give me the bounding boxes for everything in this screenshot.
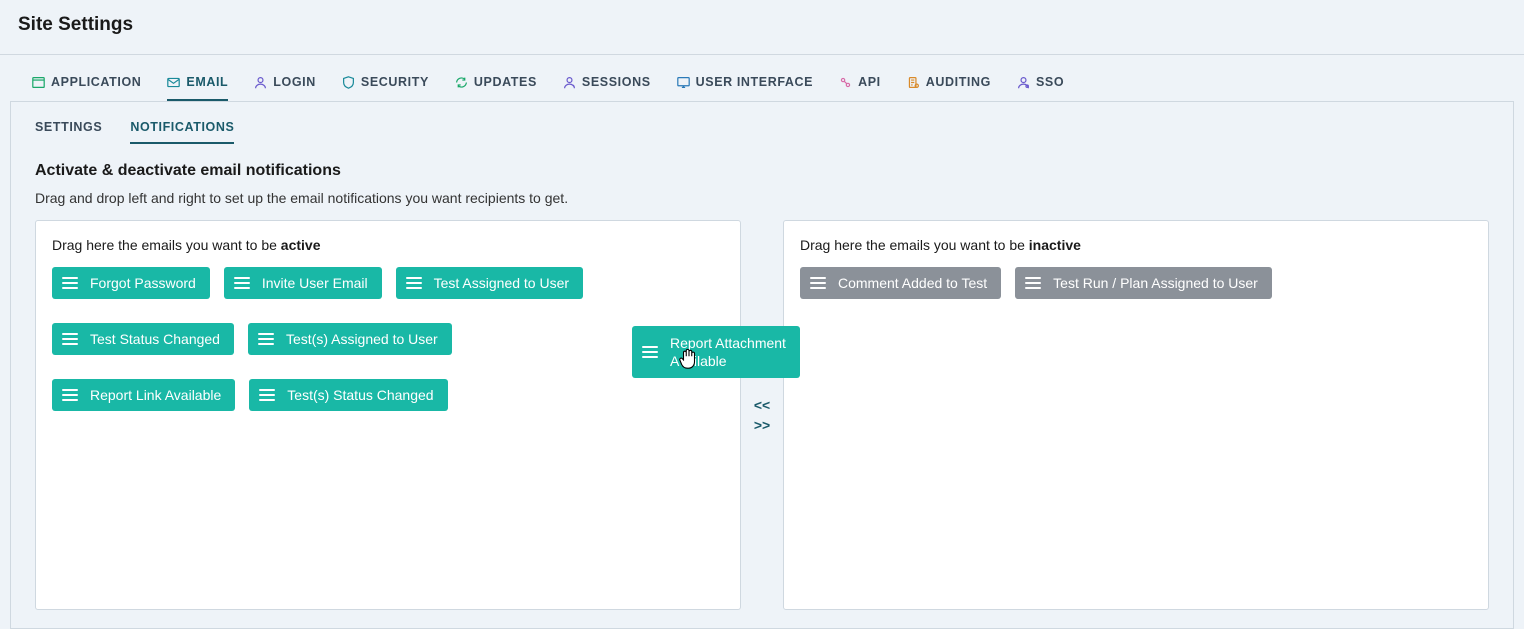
- chip-label: Test(s) Assigned to User: [286, 331, 438, 347]
- chip-label: Test(s) Status Changed: [287, 387, 433, 403]
- drag-handle-icon[interactable]: [642, 346, 658, 358]
- active-dropzone-header: Drag here the emails you want to be acti…: [52, 237, 724, 253]
- chip-label: Test Assigned to User: [434, 275, 569, 291]
- chip-label: Test Run / Plan Assigned to User: [1053, 275, 1258, 291]
- drag-handle-icon[interactable]: [62, 389, 78, 401]
- tab-label: LOGIN: [273, 75, 316, 89]
- drag-handle-icon[interactable]: [234, 277, 250, 289]
- active-dropzone[interactable]: Drag here the emails you want to be acti…: [35, 220, 741, 610]
- subtab-notifications[interactable]: NOTIFICATIONS: [130, 120, 234, 144]
- dual-list: Drag here the emails you want to be acti…: [35, 220, 1489, 610]
- tab-sso[interactable]: SSO: [1017, 73, 1064, 101]
- chip-tests-status-changed[interactable]: Test(s) Status Changed: [249, 379, 447, 411]
- inactive-dropzone[interactable]: Drag here the emails you want to be inac…: [783, 220, 1489, 610]
- primary-tabs: APPLICATION EMAIL LOGIN SECURITY UPDATES…: [0, 73, 1524, 101]
- chip-label: Test Status Changed: [90, 331, 220, 347]
- page-title: Site Settings: [0, 0, 1524, 55]
- secondary-tabs: SETTINGS NOTIFICATIONS: [35, 120, 1489, 144]
- drag-handle-icon[interactable]: [62, 333, 78, 345]
- tab-updates[interactable]: UPDATES: [455, 73, 537, 101]
- tab-login[interactable]: LOGIN: [254, 73, 316, 101]
- inactive-header-prefix: Drag here the emails you want to be: [800, 237, 1029, 253]
- section-title: Activate & deactivate email notification…: [35, 162, 1489, 180]
- drag-handle-icon[interactable]: [62, 277, 78, 289]
- tab-auditing[interactable]: AUDITING: [907, 73, 991, 101]
- active-chips: Forgot Password Invite User Email Test A…: [52, 267, 724, 411]
- active-header-prefix: Drag here the emails you want to be: [52, 237, 281, 253]
- tab-label: SECURITY: [361, 75, 429, 89]
- tab-label: EMAIL: [186, 75, 228, 89]
- move-all-right-button[interactable]: >>: [754, 417, 770, 433]
- move-buttons: << >>: [741, 220, 783, 610]
- tab-email[interactable]: EMAIL: [167, 73, 228, 101]
- tab-label: USER INTERFACE: [696, 75, 813, 89]
- active-header-strong: active: [281, 237, 321, 253]
- updates-icon: [455, 76, 468, 89]
- drag-handle-icon[interactable]: [259, 389, 275, 401]
- tab-label: SSO: [1036, 75, 1064, 89]
- section-description: Drag and drop left and right to set up t…: [35, 190, 1489, 206]
- chip-test-assigned-to-user[interactable]: Test Assigned to User: [396, 267, 583, 299]
- chip-label: Comment Added to Test: [838, 275, 987, 291]
- chip-label: Forgot Password: [90, 275, 196, 291]
- dragging-chip-label-line2: Available: [670, 352, 786, 370]
- subtab-settings[interactable]: SETTINGS: [35, 120, 102, 144]
- tab-user-interface[interactable]: USER INTERFACE: [677, 73, 813, 101]
- sso-icon: [1017, 76, 1030, 89]
- sessions-icon: [563, 76, 576, 89]
- chip-test-run-plan-assigned[interactable]: Test Run / Plan Assigned to User: [1015, 267, 1272, 299]
- email-icon: [167, 76, 180, 89]
- application-icon: [32, 76, 45, 89]
- tab-security[interactable]: SECURITY: [342, 73, 429, 101]
- tab-application[interactable]: APPLICATION: [32, 73, 141, 101]
- move-all-left-button[interactable]: <<: [754, 397, 770, 413]
- inactive-dropzone-header: Drag here the emails you want to be inac…: [800, 237, 1472, 253]
- dragging-chip-label-line1: Report Attachment: [670, 334, 786, 352]
- drag-handle-icon[interactable]: [258, 333, 274, 345]
- user-interface-icon: [677, 76, 690, 89]
- inactive-chips: Comment Added to Test Test Run / Plan As…: [800, 267, 1472, 299]
- tab-label: UPDATES: [474, 75, 537, 89]
- chip-comment-added-to-test[interactable]: Comment Added to Test: [800, 267, 1001, 299]
- auditing-icon: [907, 76, 920, 89]
- tab-api[interactable]: API: [839, 73, 881, 101]
- chip-label: Report Link Available: [90, 387, 221, 403]
- api-icon: [839, 76, 852, 89]
- chip-test-status-changed[interactable]: Test Status Changed: [52, 323, 234, 355]
- dragging-chip[interactable]: Report Attachment Available: [632, 326, 800, 378]
- tab-sessions[interactable]: SESSIONS: [563, 73, 651, 101]
- login-icon: [254, 76, 267, 89]
- chip-label: Invite User Email: [262, 275, 368, 291]
- chip-forgot-password[interactable]: Forgot Password: [52, 267, 210, 299]
- tab-label: APPLICATION: [51, 75, 141, 89]
- chip-report-link-available[interactable]: Report Link Available: [52, 379, 235, 411]
- drag-handle-icon[interactable]: [1025, 277, 1041, 289]
- tab-label: API: [858, 75, 881, 89]
- drag-handle-icon[interactable]: [406, 277, 422, 289]
- security-icon: [342, 76, 355, 89]
- chip-tests-assigned-to-user[interactable]: Test(s) Assigned to User: [248, 323, 452, 355]
- chip-invite-user-email[interactable]: Invite User Email: [224, 267, 382, 299]
- tab-label: AUDITING: [926, 75, 991, 89]
- drag-handle-icon[interactable]: [810, 277, 826, 289]
- inactive-header-strong: inactive: [1029, 237, 1081, 253]
- tab-label: SESSIONS: [582, 75, 651, 89]
